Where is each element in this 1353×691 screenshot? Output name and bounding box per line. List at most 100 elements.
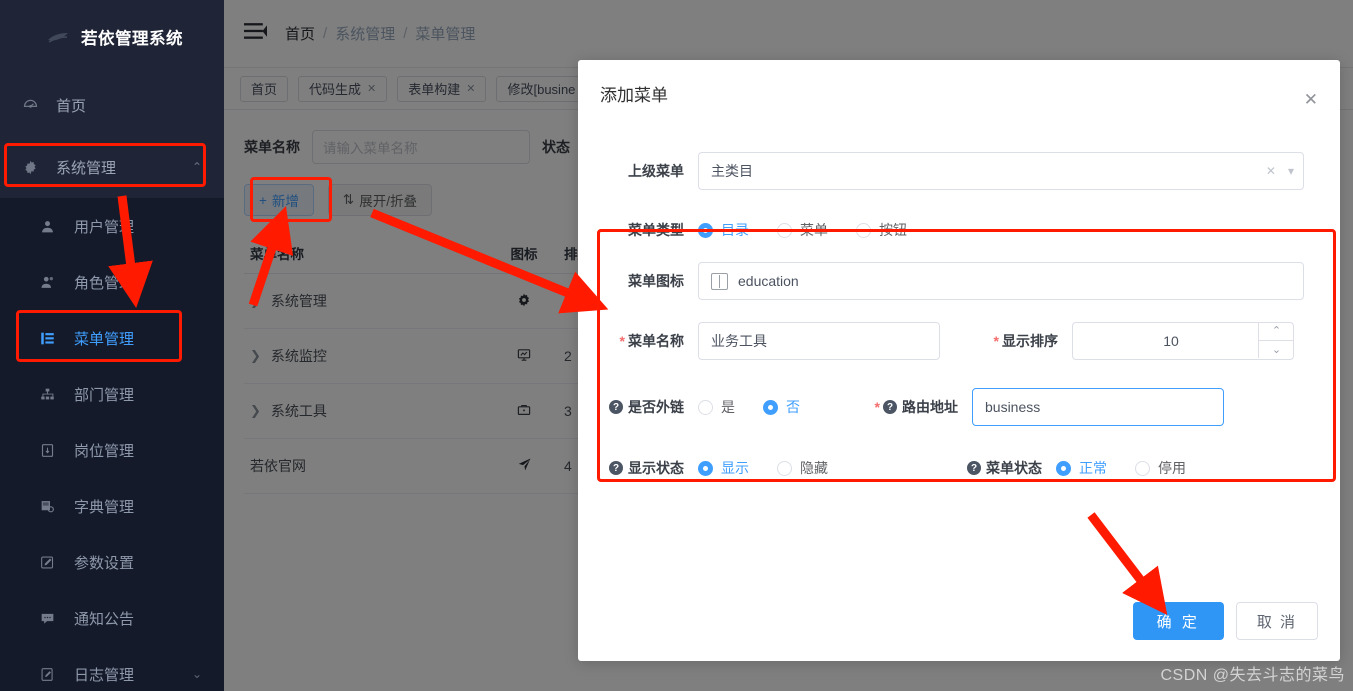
tree-icon (40, 387, 66, 402)
radio-is-frame-yes[interactable]: 是 (698, 397, 735, 417)
radio-label: 显示 (721, 458, 749, 478)
radio-is-frame-no[interactable]: 否 (763, 397, 800, 417)
sidebar-item-roles[interactable]: 角色管理 (0, 254, 224, 310)
question-icon[interactable]: ? (883, 400, 897, 414)
radio-menu-type-dir[interactable]: 目录 (698, 220, 749, 240)
visible-label: ?显示状态 (600, 458, 684, 478)
log-icon (40, 667, 66, 682)
menu-icon-input[interactable]: education (698, 262, 1304, 300)
parent-menu-label: 上级菜单 (600, 161, 684, 181)
sidebar: 若依管理系统 首页 系统管理 ⌃ 用户管理 (0, 0, 224, 691)
watermark: CSDN @失去斗志的菜鸟 (1160, 661, 1345, 685)
peoples-icon (40, 275, 66, 290)
logo[interactable]: 若依管理系统 (0, 0, 224, 74)
radio-dot-icon (1056, 461, 1071, 476)
radio-label: 是 (721, 397, 735, 417)
radio-label: 停用 (1158, 458, 1186, 478)
dashboard-icon (22, 97, 48, 114)
field-menu-icon: 菜单图标 education (600, 262, 1318, 300)
sidebar-item-label: 部门管理 (74, 384, 134, 405)
sort-order-label: *显示排序 (966, 331, 1058, 351)
clear-icon[interactable]: ✕ (1266, 164, 1276, 178)
sidebar-item-label: 角色管理 (74, 272, 134, 293)
radio-label: 否 (786, 397, 800, 417)
cancel-button[interactable]: 取 消 (1236, 602, 1318, 640)
parent-menu-select[interactable]: 主类目 (698, 152, 1304, 190)
question-icon[interactable]: ? (967, 461, 981, 475)
sidebar-item-dict[interactable]: 字典管理 (0, 478, 224, 534)
sidebar-item-config[interactable]: 参数设置 (0, 534, 224, 590)
radio-status-normal[interactable]: 正常 (1056, 458, 1107, 478)
route-path-label: * ?路由地址 (850, 397, 958, 417)
required-marker: * (620, 333, 625, 349)
field-parent-menu: 上级菜单 主类目 ✕ ▾ (600, 152, 1318, 190)
chevron-up-icon: ⌃ (192, 160, 202, 174)
radio-dot-icon (763, 400, 778, 415)
menu-name-input[interactable]: 业务工具 (698, 322, 940, 360)
menu-icon-label: 菜单图标 (600, 271, 684, 291)
radio-dot-icon (777, 223, 792, 238)
sidebar-item-label: 用户管理 (74, 216, 134, 237)
field-row-name-sort: *菜单名称 业务工具 *显示排序 10 ⌃ ⌄ (600, 322, 1318, 360)
chevron-down-icon: ⌄ (192, 667, 202, 681)
sidebar-item-notice[interactable]: 通知公告 (0, 590, 224, 646)
sidebar-item-label: 字典管理 (74, 496, 134, 517)
sidebar-item-label: 系统管理 (56, 157, 116, 178)
sidebar-item-label: 首页 (56, 95, 86, 116)
status-label: ?菜单状态 (940, 458, 1042, 478)
question-icon[interactable]: ? (609, 461, 623, 475)
add-menu-dialog: 添加菜单 ✕ 上级菜单 主类目 ✕ ▾ 菜单类型 (578, 60, 1340, 661)
sidebar-item-home[interactable]: 首页 (0, 74, 224, 136)
sidebar-item-label: 岗位管理 (74, 440, 134, 461)
sidebar-item-log[interactable]: 日志管理 ⌄ (0, 646, 224, 691)
sidebar-item-menus[interactable]: 菜单管理 (0, 310, 224, 366)
chevron-up-icon[interactable]: ⌃ (1259, 322, 1294, 341)
chevron-down-icon[interactable]: ▾ (1288, 164, 1294, 178)
dict-icon (40, 499, 66, 514)
route-path-value: business (985, 399, 1040, 415)
radio-visible-show[interactable]: 显示 (698, 458, 749, 478)
dialog-body: 上级菜单 主类目 ✕ ▾ 菜单类型 目录 (578, 152, 1340, 478)
sort-order-stepper[interactable]: ⌃ ⌄ (1258, 322, 1294, 358)
route-path-input[interactable]: business (972, 388, 1224, 426)
menu-type-label: 菜单类型 (600, 220, 684, 240)
menu-name-label: *菜单名称 (600, 331, 684, 351)
radio-dot-icon (777, 461, 792, 476)
dialog-footer: 确 定 取 消 (578, 581, 1340, 661)
sidebar-item-posts[interactable]: 岗位管理 (0, 422, 224, 478)
sidebar-item-label: 参数设置 (74, 552, 134, 573)
field-menu-type: 菜单类型 目录 菜单 按钮 (600, 220, 1318, 240)
radio-label: 正常 (1079, 458, 1107, 478)
radio-menu-type-button[interactable]: 按钮 (856, 220, 907, 240)
sidebar-submenu: 用户管理 角色管理 菜单管理 (0, 198, 224, 691)
required-marker: * (875, 399, 880, 415)
sidebar-item-label: 菜单管理 (74, 328, 134, 349)
radio-dot-icon (698, 400, 713, 415)
radio-label: 目录 (721, 220, 749, 240)
sidebar-item-label: 日志管理 (74, 664, 134, 685)
menu-icon-value: education (738, 273, 799, 289)
sidebar-item-users[interactable]: 用户管理 (0, 198, 224, 254)
radio-label: 隐藏 (800, 458, 828, 478)
sidebar-item-label: 通知公告 (74, 608, 134, 629)
sidebar-item-depts[interactable]: 部门管理 (0, 366, 224, 422)
question-icon[interactable]: ? (609, 400, 623, 414)
app-root: 若依管理系统 首页 系统管理 ⌃ 用户管理 (0, 0, 1353, 691)
field-row-visible-status: ?显示状态 显示 隐藏 ?菜单状态 (600, 458, 1318, 478)
education-icon (711, 273, 728, 290)
radio-menu-type-menu[interactable]: 菜单 (777, 220, 828, 240)
confirm-button[interactable]: 确 定 (1133, 602, 1224, 640)
dialog-header: 添加菜单 ✕ (578, 60, 1340, 126)
sort-order-value: 10 (1163, 333, 1179, 349)
message-icon (40, 611, 66, 626)
field-row-frame-route: ?是否外链 是 否 * ?路由地址 bus (600, 388, 1318, 426)
radio-dot-icon (698, 223, 713, 238)
radio-status-disabled[interactable]: 停用 (1135, 458, 1186, 478)
chevron-down-icon[interactable]: ⌄ (1259, 341, 1294, 359)
sidebar-item-system[interactable]: 系统管理 ⌃ (0, 136, 224, 198)
radio-visible-hide[interactable]: 隐藏 (777, 458, 828, 478)
parent-menu-value: 主类目 (711, 161, 753, 181)
user-icon (40, 219, 66, 234)
close-icon[interactable]: ✕ (1304, 90, 1318, 110)
radio-label: 按钮 (879, 220, 907, 240)
